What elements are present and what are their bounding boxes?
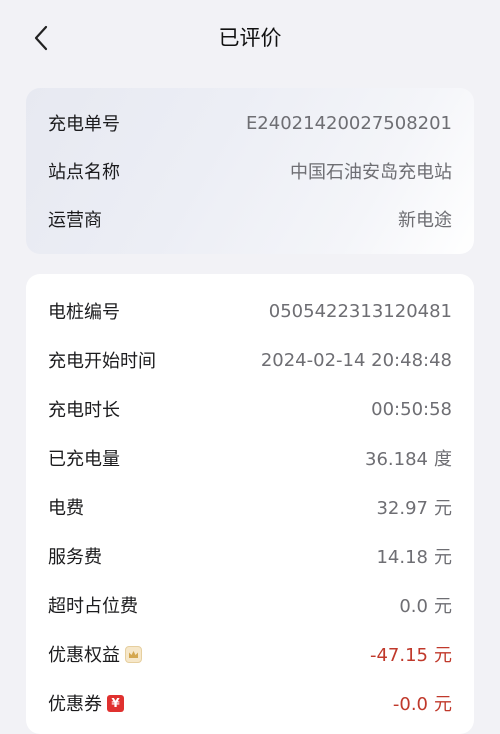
operator-row: 运营商 新电途 — [48, 204, 452, 234]
coupon-label-group: 优惠券 ¥ — [48, 690, 124, 716]
order-info-card: 充电单号 E24021420027508201 站点名称 中国石油安岛充电站 运… — [26, 88, 474, 254]
coupon-label: 优惠券 — [48, 694, 102, 715]
overtime-fee-unit: 元 — [434, 596, 452, 617]
electricity-fee-row: 电费 32.97 元 — [48, 492, 452, 522]
energy-value: 36.184 度 — [365, 445, 452, 471]
service-fee-value: 14.18 元 — [376, 543, 452, 569]
start-time-label: 充电开始时间 — [48, 351, 156, 372]
energy-amount: 36.184 — [365, 449, 428, 470]
benefit-discount-unit: 元 — [434, 645, 452, 666]
start-time-value: 2024-02-14 20:48:48 — [260, 349, 452, 371]
order-number-row: 充电单号 E24021420027508201 — [48, 108, 452, 138]
electricity-fee-value: 32.97 元 — [376, 494, 452, 520]
coupon-badge-icon: ¥ — [107, 694, 124, 712]
benefit-discount-label: 优惠权益 — [48, 645, 120, 666]
benefit-discount-row[interactable]: 优惠权益 -47.15 元 — [48, 639, 452, 669]
station-name-row: 站点名称 中国石油安岛充电站 — [48, 156, 452, 186]
coupon-amount: -0.0 — [392, 694, 428, 715]
operator-label: 运营商 — [48, 210, 102, 231]
station-name-value: 中国石油安岛充电站 — [290, 162, 452, 183]
energy-row: 已充电量 36.184 度 — [48, 443, 452, 473]
start-time-row: 充电开始时间 2024-02-14 20:48:48 — [48, 345, 452, 375]
order-number-label: 充电单号 — [48, 114, 120, 135]
electricity-fee-amount: 32.97 — [376, 498, 428, 519]
operator-value: 新电途 — [398, 210, 452, 231]
service-fee-amount: 14.18 — [376, 547, 428, 568]
electricity-fee-label: 电费 — [48, 498, 84, 519]
benefit-discount-value: -47.15 元 — [370, 641, 452, 667]
service-fee-row: 服务费 14.18 元 — [48, 541, 452, 571]
order-number-value: E24021420027508201 — [245, 112, 452, 134]
service-fee-label: 服务费 — [48, 547, 102, 568]
energy-unit: 度 — [434, 449, 452, 470]
crown-badge-icon — [125, 645, 142, 663]
overtime-fee-row: 超时占位费 0.0 元 — [48, 590, 452, 620]
top-bar: 已评价 — [0, 0, 500, 76]
page-title: 已评价 — [218, 26, 282, 50]
overtime-fee-label: 超时占位费 — [48, 596, 138, 617]
coupon-value: -0.0 元 — [393, 690, 452, 716]
station-name-label: 站点名称 — [48, 162, 120, 183]
electricity-fee-unit: 元 — [434, 498, 452, 519]
duration-value: 00:50:58 — [371, 398, 452, 420]
charger-id-value: 0505422313120481 — [268, 300, 452, 322]
service-fee-unit: 元 — [434, 547, 452, 568]
duration-label: 充电时长 — [48, 400, 120, 421]
charger-id-row: 电桩编号 0505422313120481 — [48, 296, 452, 326]
duration-row: 充电时长 00:50:58 — [48, 394, 452, 424]
charger-id-label: 电桩编号 — [48, 302, 120, 323]
overtime-fee-amount: 0.0 — [399, 596, 428, 617]
benefit-discount-amount: -47.15 — [369, 645, 428, 666]
benefit-discount-label-group: 优惠权益 — [48, 641, 142, 667]
charging-detail-card: 电桩编号 0505422313120481 充电开始时间 2024-02-14 … — [26, 274, 474, 734]
coupon-row[interactable]: 优惠券 ¥ -0.0 元 — [48, 688, 452, 718]
overtime-fee-value: 0.0 元 — [399, 592, 452, 618]
coupon-unit: 元 — [434, 694, 452, 715]
energy-label: 已充电量 — [48, 449, 120, 470]
